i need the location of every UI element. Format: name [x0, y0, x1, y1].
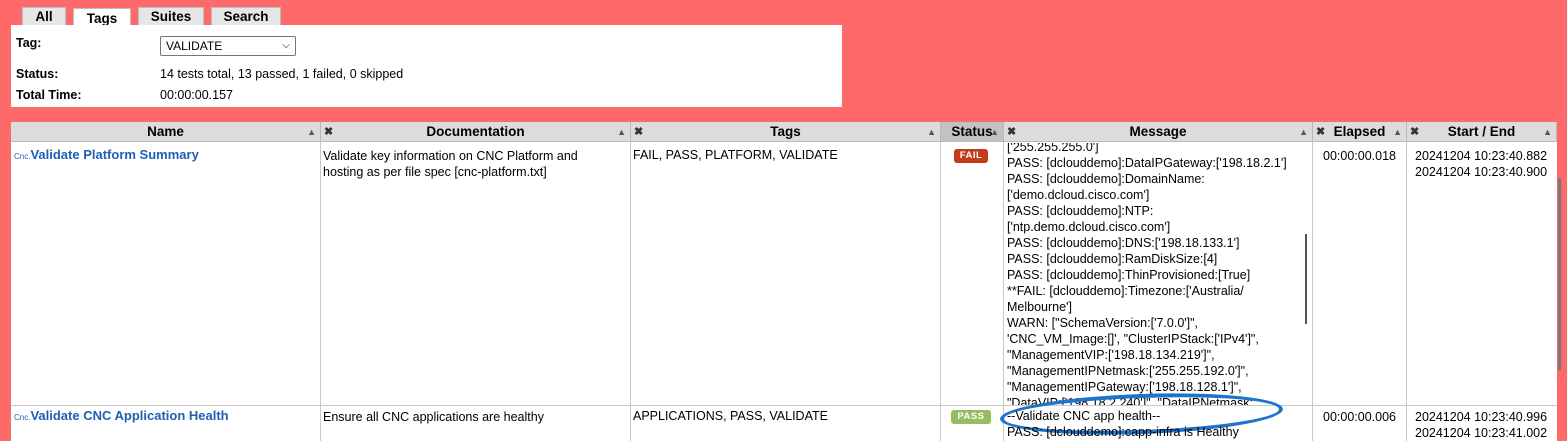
- table-row-name: Cnc.Validate CNC Application Health: [14, 408, 229, 426]
- test-tags: APPLICATIONS, PASS, VALIDATE: [633, 409, 828, 423]
- status-badge: PASS: [951, 410, 991, 424]
- row-divider: [11, 405, 1557, 406]
- message-line: ['demo.dcloud.cisco.com']: [1007, 188, 1150, 202]
- tag-select[interactable]: VALIDATE ⌵: [160, 36, 296, 56]
- message-line: **FAIL: [dclouddemo]:Timezone:['Australi…: [1007, 284, 1244, 298]
- sort-icon[interactable]: ▲: [1393, 122, 1402, 142]
- message-line: "ManagementIPNetmask:['255.255.192.0']",: [1007, 364, 1249, 378]
- test-start-end: 20241204 10:23:40.996 20241204 10:23:41.…: [1415, 409, 1547, 441]
- sort-icon[interactable]: ▲︎: [307, 122, 316, 142]
- tab-search[interactable]: Search: [211, 7, 281, 26]
- test-message: --Validate CNC app health-- PASS: [dclou…: [1007, 408, 1239, 440]
- test-tags: FAIL, PASS, PLATFORM, VALIDATE: [633, 148, 838, 162]
- column-header-name-label: Name: [147, 124, 184, 139]
- start-time: 20241204 10:23:40.882: [1415, 149, 1548, 163]
- message-line: PASS: [dclouddemo]:DomainName:: [1007, 172, 1205, 186]
- column-header-elapsed-label: Elapsed: [1333, 124, 1386, 139]
- doc-line: Ensure all CNC applications are healthy: [323, 410, 544, 424]
- column-header-documentation[interactable]: ✖ Documentation ▲: [321, 122, 631, 142]
- close-icon[interactable]: ✖: [324, 122, 333, 142]
- column-header-start-end[interactable]: ✖ Start / End ▲: [1407, 122, 1557, 142]
- column-header-message[interactable]: ✖ Message ▲: [1004, 122, 1313, 142]
- message-line: PASS: [dclouddemo]:DNS:['198.18.133.1']: [1007, 236, 1240, 250]
- message-line: "ManagementVIP:['198.18.134.219']",: [1007, 348, 1215, 362]
- tab-suites[interactable]: Suites: [138, 7, 204, 26]
- column-header-message-label: Message: [1129, 124, 1187, 139]
- test-documentation: Validate key information on CNC Platform…: [323, 148, 578, 180]
- message-line: PASS: [dclouddemo]:DataIPGateway:['198.1…: [1007, 156, 1287, 170]
- tag-select-value: VALIDATE: [166, 39, 223, 53]
- column-divider: [320, 142, 321, 441]
- status-badge: FAIL: [954, 149, 988, 163]
- column-header-documentation-label: Documentation: [426, 124, 525, 139]
- test-elapsed: 00:00:00.018: [1323, 149, 1396, 163]
- total-time-value: 00:00:00.157: [160, 88, 233, 102]
- message-line: PASS: [dclouddemo]:NTP:: [1007, 204, 1154, 218]
- message-line: ['ntp.demo.dcloud.cisco.com']: [1007, 220, 1171, 234]
- message-line: WARN: ["SchemaVersion:['7.0.0']",: [1007, 316, 1199, 330]
- suite-prefix: Cnc.: [14, 152, 31, 161]
- column-divider: [940, 142, 941, 441]
- column-divider: [630, 142, 631, 441]
- column-header-status-label: Status: [951, 124, 993, 139]
- test-message: ['255.255.255.0'] PASS: [dclouddemo]:Dat…: [1005, 143, 1313, 405]
- sort-icon[interactable]: ▲: [990, 122, 999, 142]
- table-row-name: Cnc.Validate Platform Summary: [14, 147, 199, 165]
- doc-line: hosting as per file spec [cnc-platform.t…: [323, 165, 547, 179]
- message-line: Melbourne']: [1007, 300, 1072, 314]
- page-scrollbar[interactable]: [1558, 178, 1561, 370]
- tag-label: Tag:: [16, 36, 42, 50]
- status-label: Status:: [16, 67, 59, 81]
- tab-all[interactable]: All: [22, 7, 66, 26]
- sort-icon[interactable]: ▲: [617, 122, 626, 142]
- message-scrollbar[interactable]: [1305, 234, 1307, 324]
- test-results-table: Name ▲︎ ✖ Documentation ▲ ✖ Tags ▲ Statu…: [11, 122, 1557, 441]
- column-header-tags[interactable]: ✖ Tags ▲: [631, 122, 941, 142]
- message-line: PASS: [dclouddemo]:capp-infra is Healthy: [1007, 425, 1239, 439]
- start-time: 20241204 10:23:40.996: [1415, 410, 1548, 424]
- column-header-tags-label: Tags: [770, 124, 801, 139]
- tag-summary-panel: Tag: VALIDATE ⌵ Status: 14 tests total, …: [11, 25, 842, 107]
- message-line: --Validate CNC app health--: [1007, 409, 1161, 423]
- total-time-label: Total Time:: [16, 88, 82, 102]
- test-documentation: Ensure all CNC applications are healthy: [323, 409, 544, 425]
- column-header-start-end-label: Start / End: [1447, 124, 1516, 139]
- doc-line: Validate key information on CNC Platform…: [323, 149, 578, 163]
- close-icon[interactable]: ✖: [1410, 122, 1419, 142]
- sort-icon[interactable]: ▲: [1299, 122, 1308, 142]
- message-line: ['255.255.255.0']: [1007, 143, 1099, 154]
- test-name-link[interactable]: Validate CNC Application Health: [30, 408, 228, 423]
- column-header-name[interactable]: Name ▲︎: [11, 122, 321, 142]
- chevron-down-icon: ⌵: [282, 40, 290, 51]
- test-elapsed: 00:00:00.006: [1323, 410, 1396, 424]
- sort-icon[interactable]: ▲: [927, 122, 936, 142]
- close-icon[interactable]: ✖: [634, 122, 643, 142]
- status-value: 14 tests total, 13 passed, 1 failed, 0 s…: [160, 67, 404, 81]
- column-divider: [1003, 142, 1004, 441]
- test-name-link[interactable]: Validate Platform Summary: [30, 147, 198, 162]
- close-icon[interactable]: ✖: [1316, 122, 1325, 142]
- column-header-elapsed[interactable]: ✖ Elapsed ▲: [1313, 122, 1407, 142]
- column-divider: [1406, 142, 1407, 441]
- message-line: 'CNC_VM_Image:[]', "ClusterIPStack:['IPv…: [1007, 332, 1259, 346]
- suite-prefix: Cnc.: [14, 413, 31, 422]
- end-time: 20241204 10:23:41.002: [1415, 426, 1548, 440]
- message-line: PASS: [dclouddemo]:ThinProvisioned:[True…: [1007, 268, 1251, 282]
- message-line: PASS: [dclouddemo]:RamDiskSize:[4]: [1007, 252, 1218, 266]
- close-icon[interactable]: ✖: [1007, 122, 1016, 142]
- sort-icon[interactable]: ▲: [1543, 122, 1552, 142]
- end-time: 20241204 10:23:40.900: [1415, 165, 1548, 179]
- column-header-status[interactable]: Status ▲: [941, 122, 1004, 142]
- test-start-end: 20241204 10:23:40.882 20241204 10:23:40.…: [1415, 148, 1547, 180]
